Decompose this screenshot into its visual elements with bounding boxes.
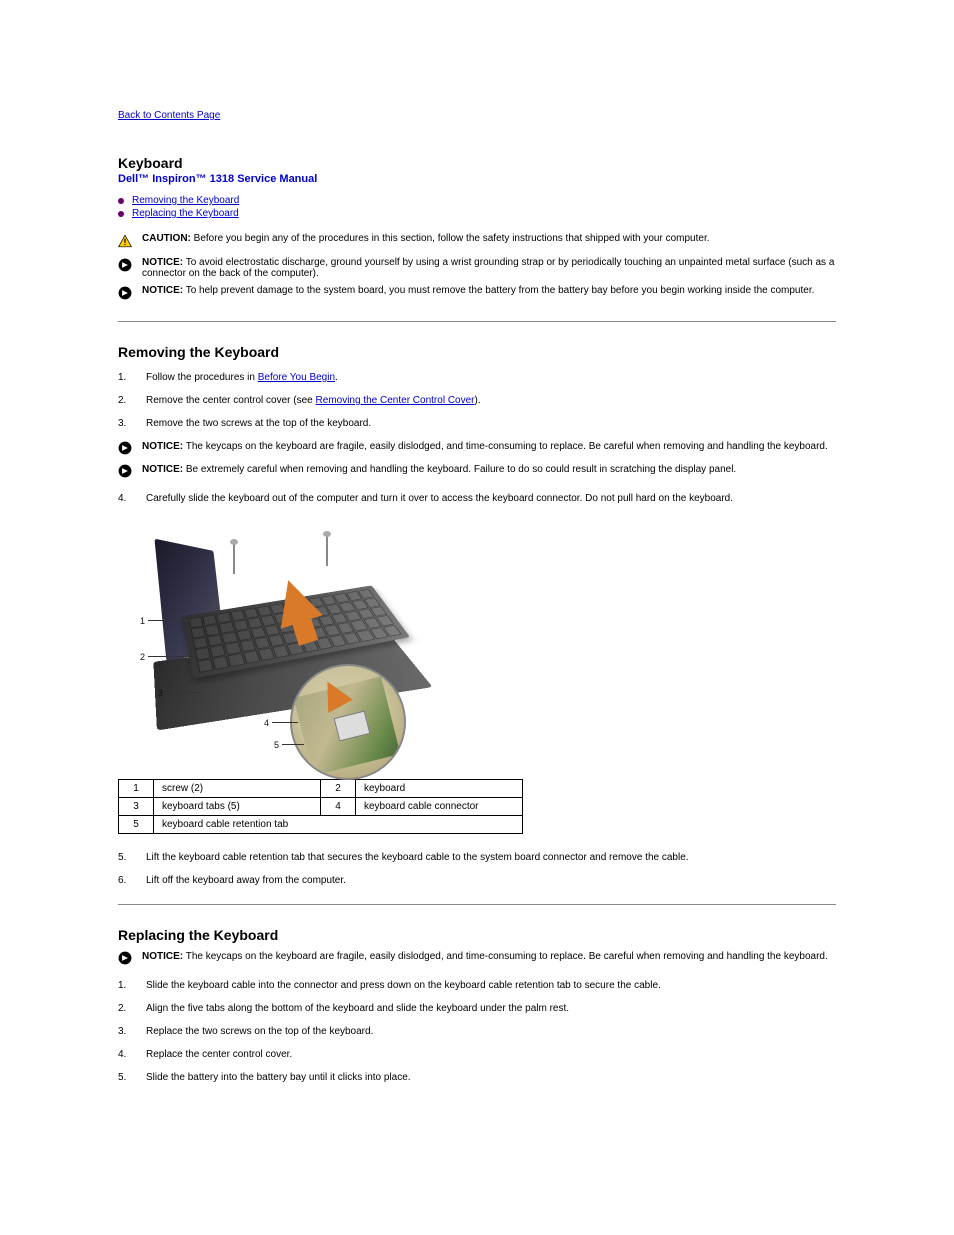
part-number: 1 xyxy=(119,780,154,798)
link-center-control-cover[interactable]: Removing the Center Control Cover xyxy=(316,395,475,406)
step-number: 2. xyxy=(118,1003,146,1014)
toc-link-replace[interactable]: Replacing the Keyboard xyxy=(132,208,239,219)
notice-icon xyxy=(118,258,134,275)
section-heading-remove: Removing the Keyboard xyxy=(118,344,836,360)
notice-callout: NOTICE: To avoid electrostatic discharge… xyxy=(118,257,836,279)
step-text: Lift the keyboard cable retention tab th… xyxy=(146,852,836,863)
step-text: Remove the center control cover (see Rem… xyxy=(146,395,836,406)
step-number: 6. xyxy=(118,875,146,886)
part-label: screw (2) xyxy=(154,780,321,798)
notice-text: NOTICE: The keycaps on the keyboard are … xyxy=(142,441,828,452)
step-number: 5. xyxy=(118,852,146,863)
part-label: keyboard cable connector xyxy=(356,798,523,816)
part-number: 4 xyxy=(321,798,356,816)
caution-text: CAUTION: Before you begin any of the pro… xyxy=(142,233,710,244)
manual-subtitle: Dell™ Inspiron™ 1318 Service Manual xyxy=(118,173,836,185)
part-number: 2 xyxy=(321,780,356,798)
caution-callout: CAUTION: Before you begin any of the pro… xyxy=(118,233,836,251)
notice-icon xyxy=(118,951,134,968)
step-text: Slide the keyboard cable into the connec… xyxy=(146,980,836,991)
screw-icon xyxy=(326,536,328,566)
notice-text: NOTICE: To help prevent damage to the sy… xyxy=(142,285,814,296)
toc-link-remove[interactable]: Removing the Keyboard xyxy=(132,195,239,206)
link-before-you-begin[interactable]: Before You Begin xyxy=(258,372,335,383)
step-text: Slide the battery into the battery bay u… xyxy=(146,1072,836,1083)
step-text: Carefully slide the keyboard out of the … xyxy=(146,493,836,504)
part-label: keyboard tabs (5) xyxy=(154,798,321,816)
notice-icon xyxy=(118,464,134,481)
page-title: Keyboard xyxy=(118,155,836,171)
back-to-contents-link[interactable]: Back to Contents Page xyxy=(118,110,220,121)
bullet-icon xyxy=(118,211,124,217)
section-heading-replace: Replacing the Keyboard xyxy=(118,927,836,943)
toc: Removing the Keyboard Replacing the Keyb… xyxy=(118,195,836,219)
step-text: Align the five tabs along the bottom of … xyxy=(146,1003,836,1014)
step-number: 3. xyxy=(118,418,146,429)
callout-leader: 4 xyxy=(264,718,269,728)
parts-table: 1 screw (2) 2 keyboard 3 keyboard tabs (… xyxy=(118,779,523,834)
step-number: 3. xyxy=(118,1026,146,1037)
keyboard-removal-figure: 1 2 3 4 5 xyxy=(118,524,428,769)
step-number: 2. xyxy=(118,395,146,406)
part-label: keyboard xyxy=(356,780,523,798)
callout-leader: 3 xyxy=(158,688,163,698)
step-text: Replace the center control cover. xyxy=(146,1049,836,1060)
step-number: 4. xyxy=(118,493,146,504)
screw-icon xyxy=(233,544,235,574)
step-text: Replace the two screws on the top of the… xyxy=(146,1026,836,1037)
callout-leader: 1 xyxy=(140,616,145,626)
notice-text: NOTICE: To avoid electrostatic discharge… xyxy=(142,257,836,279)
caution-icon xyxy=(118,234,134,251)
table-row: 1 screw (2) 2 keyboard xyxy=(119,780,523,798)
step-text: Follow the procedures in Before You Begi… xyxy=(146,372,836,383)
notice-callout: NOTICE: Be extremely careful when removi… xyxy=(118,464,836,481)
step-text: Lift off the keyboard away from the comp… xyxy=(146,875,836,886)
notice-text: NOTICE: The keycaps on the keyboard are … xyxy=(142,951,828,962)
part-number: 5 xyxy=(119,816,154,834)
callout-leader: 5 xyxy=(274,740,279,750)
part-number: 3 xyxy=(119,798,154,816)
callout-leader: 2 xyxy=(140,652,145,662)
table-row: 5 keyboard cable retention tab xyxy=(119,816,523,834)
step-text: Remove the two screws at the top of the … xyxy=(146,418,836,429)
notice-text: NOTICE: Be extremely careful when removi… xyxy=(142,464,736,475)
notice-icon xyxy=(118,286,134,303)
notice-callout: NOTICE: To help prevent damage to the sy… xyxy=(118,285,836,303)
step-number: 1. xyxy=(118,372,146,383)
section-divider xyxy=(118,321,836,322)
step-number: 5. xyxy=(118,1072,146,1083)
notice-callout: NOTICE: The keycaps on the keyboard are … xyxy=(118,441,836,458)
notice-callout: NOTICE: The keycaps on the keyboard are … xyxy=(118,951,836,968)
part-label: keyboard cable retention tab xyxy=(154,816,523,834)
step-number: 4. xyxy=(118,1049,146,1060)
step-number: 1. xyxy=(118,980,146,991)
notice-icon xyxy=(118,441,134,458)
detail-inset xyxy=(290,664,406,780)
table-row: 3 keyboard tabs (5) 4 keyboard cable con… xyxy=(119,798,523,816)
section-divider xyxy=(118,904,836,905)
bullet-icon xyxy=(118,198,124,204)
